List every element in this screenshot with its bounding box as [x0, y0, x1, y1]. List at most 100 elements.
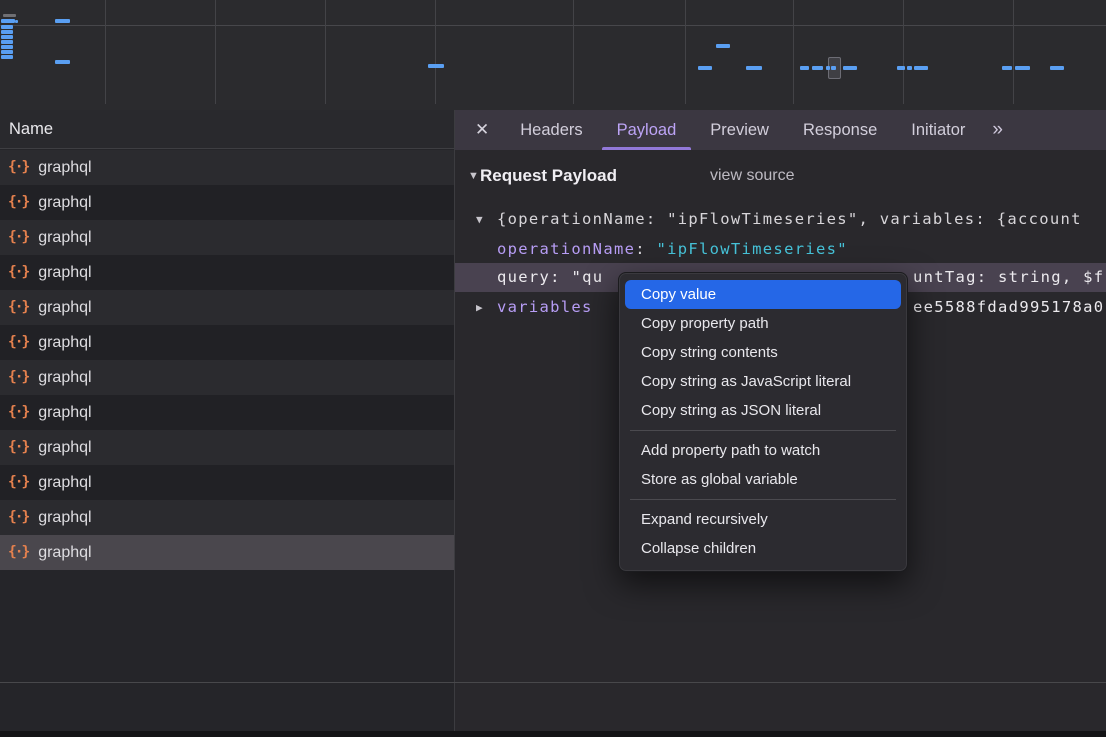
request-row[interactable]: {·}graphql	[0, 290, 454, 325]
timeline-request-bar[interactable]	[826, 66, 830, 70]
request-payload-section: ▼ Request Payload view source	[455, 166, 1106, 188]
tab-payload[interactable]: Payload	[600, 110, 694, 150]
timeline-request-bar[interactable]	[1, 50, 13, 54]
request-name-label: graphql	[38, 334, 91, 352]
timeline-request-bar[interactable]	[716, 44, 730, 48]
tab-preview[interactable]: Preview	[693, 110, 786, 150]
menu-item-copy-string-as-json-literal[interactable]: Copy string as JSON literal	[619, 396, 907, 425]
menu-separator	[630, 430, 896, 431]
tab-headers[interactable]: Headers	[503, 110, 599, 150]
json-braces-icon: {·}	[8, 229, 28, 245]
request-name-label: graphql	[38, 404, 91, 422]
request-row[interactable]: {·} graphql	[0, 325, 454, 360]
timeline-request-bar[interactable]	[843, 66, 857, 70]
request-name-label: graphql	[38, 369, 91, 387]
network-overview[interactable]	[0, 0, 1106, 110]
section-title: Request Payload	[480, 166, 617, 186]
request-row[interactable]: {·}graphql	[0, 220, 454, 255]
request-row[interactable]: {·}graphql	[0, 395, 454, 430]
footer-separator	[0, 682, 1106, 683]
timeline-request-bar[interactable]	[1015, 66, 1030, 70]
request-row[interactable]: {·}graphql	[0, 500, 454, 535]
overview-gridline-vertical	[903, 0, 904, 104]
menu-item-copy-string-as-javascript-literal[interactable]: Copy string as JavaScript literal	[619, 367, 907, 396]
timeline-request-bar[interactable]	[3, 14, 16, 17]
request-row[interactable]: {·}graphql	[0, 360, 454, 395]
variables-value-right: ee5588fdad995178a0	[913, 293, 1104, 322]
request-name-label: graphql	[38, 299, 91, 317]
json-braces-icon: {·}	[8, 474, 28, 490]
json-braces-icon: {·}	[8, 544, 28, 560]
menu-item-copy-string-contents[interactable]: Copy string contents	[619, 338, 907, 367]
request-name-label: graphql	[38, 474, 91, 492]
timeline-request-bar[interactable]	[1050, 66, 1064, 70]
timeline-request-bar[interactable]	[914, 66, 928, 70]
timeline-request-bar[interactable]	[55, 60, 70, 64]
operation-name-row[interactable]: operationName: "ipFlowTimeseries"	[455, 235, 1106, 264]
request-row[interactable]: {·}graphql	[0, 535, 454, 570]
request-row[interactable]: {·} graphql	[0, 255, 454, 290]
timeline-request-bar[interactable]	[1, 30, 13, 34]
timeline-request-bar[interactable]	[698, 66, 712, 70]
menu-item-store-as-global-variable[interactable]: Store as global variable	[619, 465, 907, 494]
menu-item-copy-property-path[interactable]: Copy property path	[619, 309, 907, 338]
overview-gridline-vertical	[435, 0, 436, 104]
timeline-request-bar[interactable]	[1, 45, 13, 49]
request-row[interactable]: {·}graphql	[0, 430, 454, 465]
timeline-request-bar[interactable]	[800, 66, 809, 70]
request-row[interactable]: {·} graphql	[0, 150, 454, 185]
menu-item-copy-value[interactable]: Copy value	[625, 280, 901, 309]
request-row[interactable]: {·} graphql	[0, 465, 454, 500]
timeline-request-bar[interactable]	[15, 20, 18, 23]
request-row[interactable]: {·}graphql	[0, 185, 454, 220]
payload-root-row[interactable]: ▼ {operationName: "ipFlowTimeseries", va…	[455, 205, 1106, 234]
request-list: {·} graphql {·} graphql {·} graphql {·} graphql…	[0, 150, 454, 570]
variables-key: variables	[497, 298, 593, 316]
timeline-request-bar[interactable]	[746, 66, 762, 70]
json-braces-icon: {·}	[8, 159, 28, 175]
query-value-left: "qu	[571, 268, 603, 286]
details-tabbar: ✕ HeadersPayloadPreviewResponseInitiator…	[455, 110, 1106, 150]
json-braces-icon: {·}	[8, 334, 28, 350]
devtools-window: Name {·}graphql{·}graphql{·}graphql{·}gr…	[0, 0, 1106, 737]
timeline-request-bar[interactable]	[1, 40, 13, 44]
request-name-label: graphql	[38, 159, 91, 177]
request-table-panel: Name {·}graphql{·}graphql{·}graphql{·}gr…	[0, 110, 454, 737]
root-disclosure-icon[interactable]: ▼	[476, 205, 483, 234]
variables-disclosure-icon[interactable]: ▶	[476, 293, 483, 322]
tab-initiator[interactable]: Initiator	[894, 110, 982, 150]
request-name-label: graphql	[38, 509, 91, 527]
timeline-request-bar[interactable]	[55, 19, 70, 23]
timeline-request-bar[interactable]	[428, 64, 444, 68]
timeline-request-bar[interactable]	[831, 66, 836, 70]
json-braces-icon: {·}	[8, 264, 28, 280]
context-menu: Copy valueCopy property pathCopy string …	[618, 272, 908, 572]
overview-gridline-vertical	[215, 0, 216, 104]
overview-gridline-vertical	[105, 0, 106, 104]
name-column-header[interactable]: Name	[0, 110, 454, 149]
view-source-link[interactable]: view source	[710, 167, 794, 185]
name-column-label: Name	[0, 110, 53, 148]
timeline-request-bar[interactable]	[897, 66, 905, 70]
timeline-request-bar[interactable]	[907, 66, 912, 70]
timeline-request-bar[interactable]	[1, 25, 13, 29]
close-icon[interactable]: ✕	[461, 110, 503, 150]
menu-item-collapse-children[interactable]: Collapse children	[619, 534, 907, 563]
timeline-request-bar[interactable]	[812, 66, 823, 70]
overview-gridline-vertical	[1013, 0, 1014, 104]
operation-key: operationName	[497, 240, 635, 258]
request-name-label: graphql	[38, 264, 91, 282]
tab-response[interactable]: Response	[786, 110, 894, 150]
payload-preview-text: {operationName: "ipFlowTimeseries", vari…	[497, 205, 1082, 234]
timeline-request-bar[interactable]	[1002, 66, 1012, 70]
menu-item-add-property-path-to-watch[interactable]: Add property path to watch	[619, 436, 907, 465]
more-tabs-icon[interactable]: »	[982, 110, 1011, 150]
overview-gridline-vertical	[685, 0, 686, 104]
section-disclosure-icon[interactable]: ▼	[468, 170, 479, 182]
timeline-request-bar[interactable]	[1, 55, 13, 59]
overview-gridline-vertical	[573, 0, 574, 104]
query-key: query	[497, 268, 550, 286]
menu-item-expand-recursively[interactable]: Expand recursively	[619, 505, 907, 534]
timeline-request-bar[interactable]	[1, 19, 15, 23]
timeline-request-bar[interactable]	[1, 35, 13, 39]
